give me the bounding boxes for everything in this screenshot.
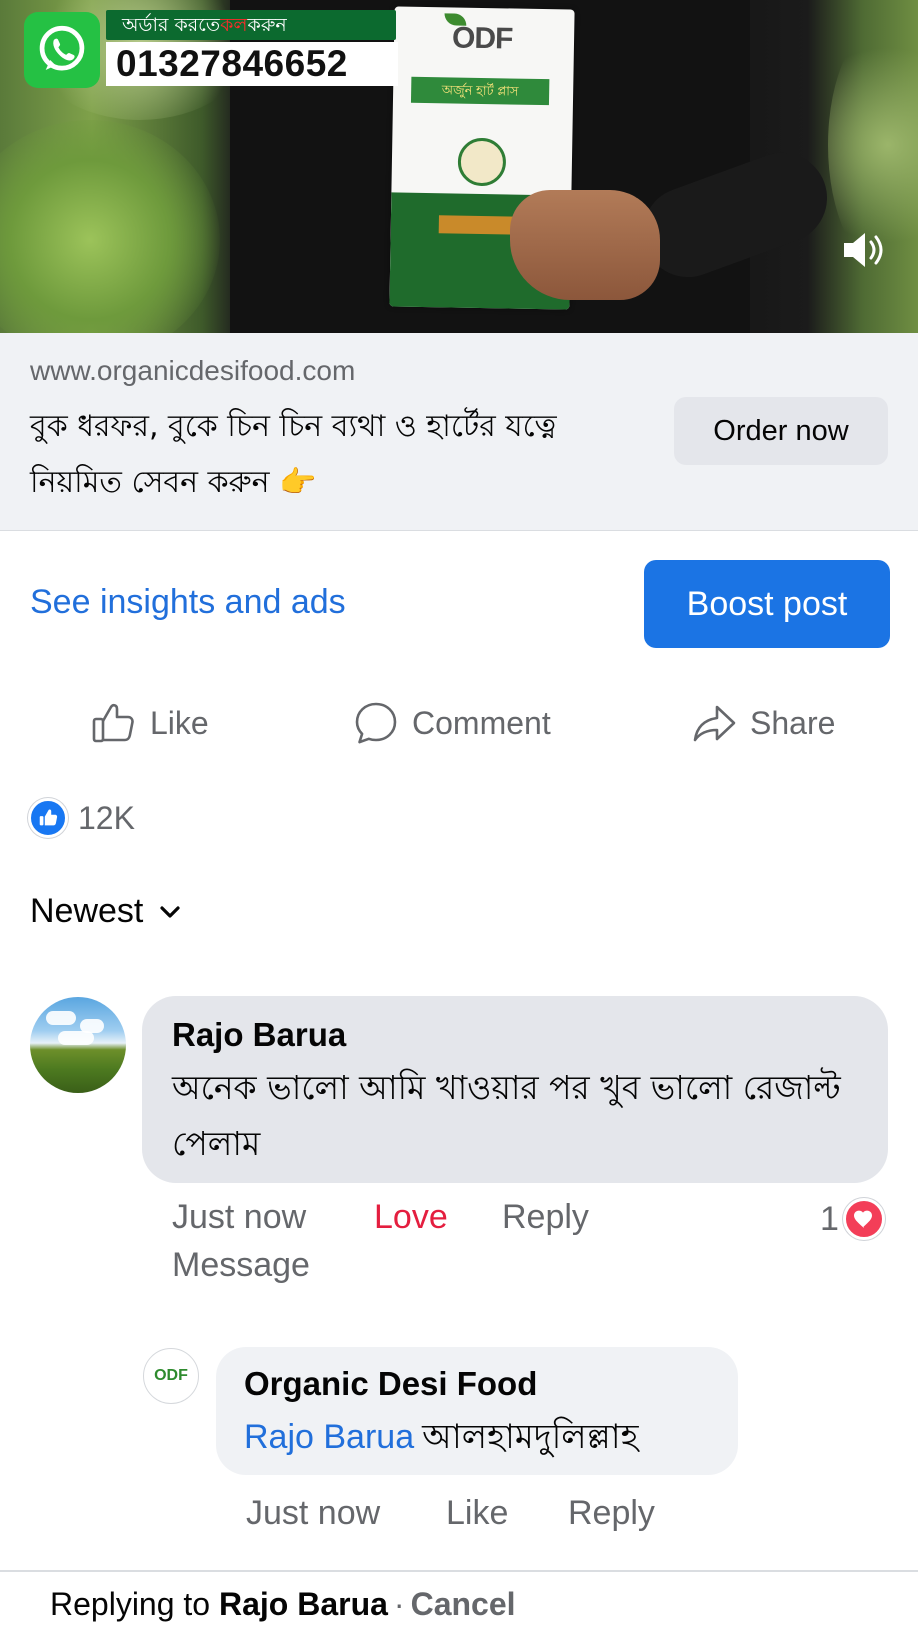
thumbs-up-icon <box>92 703 134 743</box>
reply-button[interactable]: Reply <box>502 1198 589 1237</box>
reply-author[interactable]: Organic Desi Food <box>244 1365 537 1403</box>
order-now-button[interactable]: Order now <box>674 397 888 465</box>
share-arrow-icon <box>693 705 736 742</box>
video-background <box>0 120 220 333</box>
reply-body: আলহামদুলিল্লাহ <box>422 1417 639 1457</box>
reply-timestamp: Just now <box>246 1494 381 1532</box>
reaction-count: 12K <box>78 799 135 836</box>
comment-text: অনেক ভালো আমি খাওয়ার পর খুব ভালো রেজাল্… <box>172 1068 841 1163</box>
comment-author[interactable]: Rajo Barua <box>172 1016 346 1054</box>
share-label: Share <box>750 704 836 741</box>
product-box-label <box>438 215 519 235</box>
link-preview[interactable]: www.organicdesifood.com বুক ধরফর, বুকে চ… <box>0 333 918 531</box>
product-brand: ODF <box>451 21 513 56</box>
page-avatar[interactable]: ODF <box>143 1348 199 1404</box>
see-insights-link[interactable]: See insights and ads <box>30 583 346 622</box>
chevron-down-icon <box>160 905 180 918</box>
comment-bubble-icon <box>355 702 397 744</box>
love-reaction-button[interactable]: Love <box>374 1198 448 1237</box>
comment-timestamp: Just now <box>172 1198 307 1236</box>
comment-sort-dropdown[interactable]: Newest <box>30 892 183 931</box>
comment-label: Comment <box>412 704 551 741</box>
comment-reaction-count[interactable]: 1 <box>820 1198 885 1240</box>
page-avatar-logo: ODF <box>154 1367 188 1384</box>
order-call-badge: অর্ডার করতেকলকরুন 01327846652 <box>24 10 398 88</box>
replying-prefix: Replying to <box>50 1586 211 1622</box>
comment-bubble[interactable]: Rajo Barua অনেক ভালো আমি খাওয়ার পর খুব … <box>142 996 888 1183</box>
order-call-text: অর্ডার করতেকলকরুন <box>106 10 396 40</box>
heart-seal-icon <box>457 137 507 187</box>
reply-like-button[interactable]: Like <box>446 1494 508 1533</box>
product-name: অর্জুন হার্ট প্লাস <box>410 76 550 106</box>
like-label: Like <box>150 704 209 741</box>
video-person-hand <box>510 190 660 300</box>
volume-icon[interactable] <box>838 225 888 275</box>
link-headline: বুক ধরফর, বুকে চিন চিন ব্যথা ও হার্টের য… <box>30 409 557 500</box>
ad-video[interactable]: ODF অর্জুন হার্ট প্লাস অর্ডার করতেকলকরুন… <box>0 0 918 333</box>
whatsapp-icon <box>24 12 100 88</box>
share-button[interactable]: Share <box>690 698 835 748</box>
link-domain: www.organicdesifood.com <box>30 355 356 386</box>
replying-to-bar: Replying to Rajo Barua · Cancel <box>0 1570 918 1641</box>
heart-icon <box>842 1198 885 1240</box>
like-button[interactable]: Like <box>90 698 209 748</box>
cancel-reply-button[interactable]: Cancel <box>411 1586 516 1622</box>
reaction-count-number: 1 <box>820 1199 839 1238</box>
sort-label: Newest <box>30 892 144 930</box>
reply-bubble[interactable]: Organic Desi Food Rajo Barua আলহামদুলিল্ল… <box>216 1347 738 1475</box>
phone-number: 01327846652 <box>106 42 398 86</box>
replying-separator: · <box>393 1586 405 1622</box>
replying-name: Rajo Barua <box>218 1586 388 1622</box>
reactions-summary[interactable]: 12K <box>28 798 135 838</box>
avatar[interactable] <box>30 997 126 1093</box>
reply-reply-button[interactable]: Reply <box>568 1494 655 1533</box>
reply-text: Rajo Barua আলহামদুলিল্লাহ <box>244 1411 639 1468</box>
reply-mention[interactable]: Rajo Barua <box>244 1418 414 1456</box>
boost-post-button[interactable]: Boost post <box>644 560 890 648</box>
comment-button[interactable]: Comment <box>352 698 551 748</box>
message-button[interactable]: Message <box>172 1246 310 1285</box>
like-reaction-icon <box>28 798 68 838</box>
